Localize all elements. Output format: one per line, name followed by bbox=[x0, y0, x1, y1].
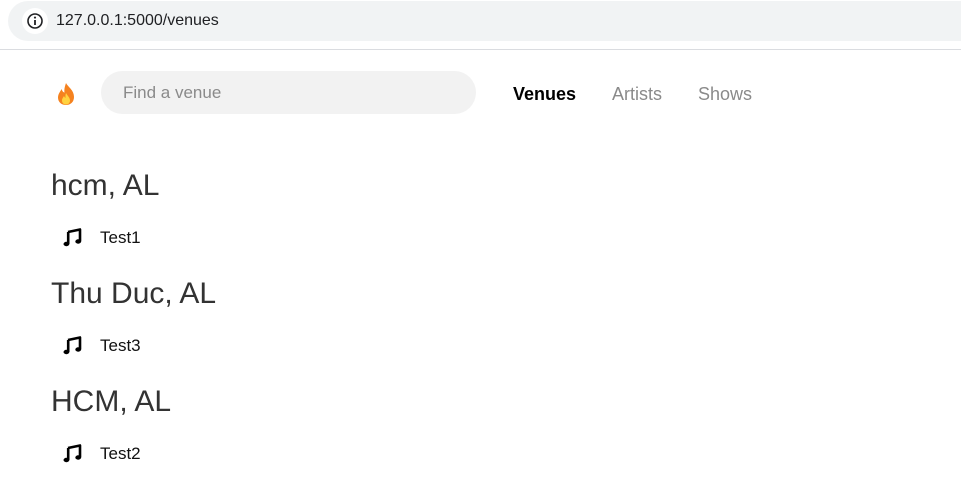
nav-shows-link[interactable]: Shows bbox=[698, 84, 752, 104]
flame-icon[interactable] bbox=[56, 82, 76, 106]
nav-artists-link[interactable]: Artists bbox=[612, 84, 662, 104]
venue-item[interactable]: Test3 bbox=[51, 320, 931, 376]
venue-link[interactable]: Test1 bbox=[100, 228, 141, 248]
url-text[interactable]: 127.0.0.1:5000/venues bbox=[56, 11, 219, 31]
venue-item[interactable]: Test2 bbox=[51, 428, 931, 484]
venues-list: hcm, AL Test1 Thu Duc, AL Test3 HCM, AL bbox=[51, 160, 931, 484]
url-field[interactable]: 127.0.0.1:5000/venues bbox=[8, 1, 961, 41]
venue-link[interactable]: Test2 bbox=[100, 444, 141, 464]
music-note-icon bbox=[63, 443, 83, 463]
info-icon[interactable] bbox=[22, 8, 48, 34]
music-note-icon bbox=[63, 335, 83, 355]
music-note-icon bbox=[63, 227, 83, 247]
city-heading: hcm, AL bbox=[51, 169, 160, 202]
search-venue-input[interactable] bbox=[101, 71, 476, 114]
venue-link[interactable]: Test3 bbox=[100, 336, 141, 356]
navbar: Venues Artists Shows bbox=[0, 51, 961, 137]
venue-item[interactable]: Test1 bbox=[51, 212, 931, 268]
browser-address-bar: 127.0.0.1:5000/venues bbox=[0, 0, 961, 50]
city-heading: HCM, AL bbox=[51, 385, 172, 418]
city-heading: Thu Duc, AL bbox=[51, 277, 217, 310]
nav-venues-link[interactable]: Venues bbox=[513, 84, 576, 104]
